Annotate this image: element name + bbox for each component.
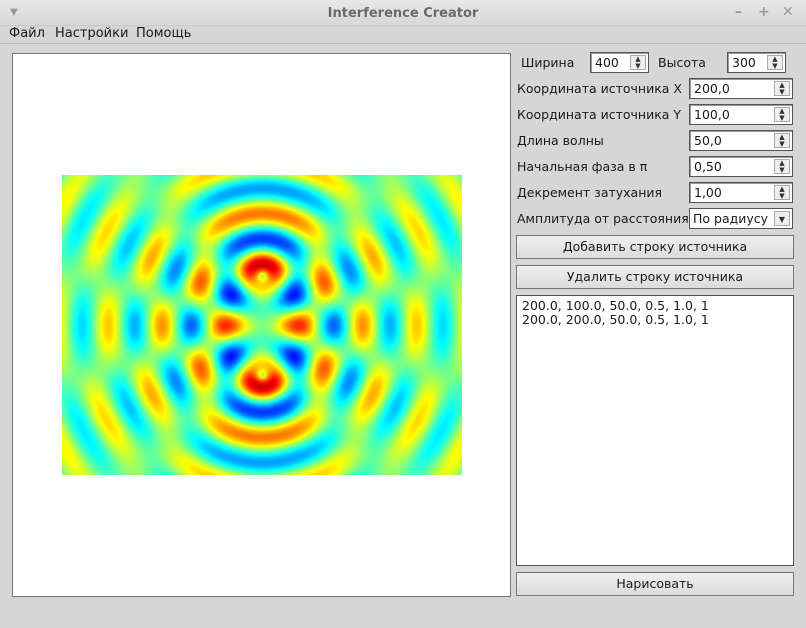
maximize-button[interactable]: +	[758, 4, 770, 20]
source-y-spinbox[interactable]: 100,0 ▲ ▼	[689, 104, 793, 125]
menu-file[interactable]: Файл	[9, 26, 45, 41]
source-y-value: 100,0	[694, 107, 730, 122]
spin-arrows-icon[interactable]: ▲ ▼	[774, 133, 790, 148]
wavelength-value: 50,0	[694, 133, 722, 148]
amplitude-label: Амплитуда от расстояния	[517, 211, 689, 226]
spin-arrows-icon[interactable]: ▲ ▼	[774, 81, 790, 96]
width-spinbox[interactable]: 400 ▲ ▼	[590, 52, 649, 73]
spin-arrows-icon[interactable]: ▲ ▼	[767, 55, 783, 70]
minimize-button[interactable]: –	[735, 4, 742, 20]
spin-arrows-icon[interactable]: ▲ ▼	[774, 107, 790, 122]
source-line: 200.0, 200.0, 50.0, 0.5, 1.0, 1	[522, 312, 709, 327]
chevron-down-icon[interactable]: ▼	[774, 211, 790, 226]
close-button[interactable]: ✕	[782, 4, 794, 20]
decrement-spinbox[interactable]: 1,00 ▲ ▼	[689, 182, 793, 203]
spin-arrows-icon[interactable]: ▲ ▼	[774, 185, 790, 200]
image-view	[12, 53, 511, 597]
spin-arrows-icon[interactable]: ▲ ▼	[774, 159, 790, 174]
phase-label: Начальная фаза в π	[517, 159, 648, 174]
add-source-button[interactable]: Добавить строку источника	[516, 235, 794, 259]
amplitude-combobox[interactable]: По радиусу ▼	[689, 208, 793, 229]
height-label: Высота	[658, 55, 706, 70]
phase-spinbox[interactable]: 0,50 ▲ ▼	[689, 156, 793, 177]
menu-settings[interactable]: Настройки	[55, 26, 128, 41]
window-title: Interference Creator	[327, 6, 479, 21]
amplitude-value: По радиусу	[693, 211, 769, 226]
spin-arrows-icon[interactable]: ▲ ▼	[630, 55, 646, 70]
source-y-label: Координата источника Y	[517, 107, 682, 122]
menu-bar: Файл Настройки Помощь	[0, 24, 806, 44]
decrement-value: 1,00	[694, 185, 722, 200]
draw-button[interactable]: Нарисовать	[516, 572, 794, 596]
height-value: 300	[732, 55, 756, 70]
title-bar: ▼ Interference Creator – + ✕	[0, 0, 806, 26]
decrement-label: Декремент затухания	[517, 185, 663, 200]
source-x-value: 200,0	[694, 81, 730, 96]
sources-textarea[interactable]: 200.0, 100.0, 50.0, 0.5, 1.0, 1 200.0, 2…	[516, 295, 794, 566]
source-x-label: Координата источника X	[517, 81, 682, 96]
interference-image	[62, 175, 462, 475]
menu-help[interactable]: Помощь	[136, 26, 191, 41]
phase-value: 0,50	[694, 159, 722, 174]
width-value: 400	[595, 55, 619, 70]
remove-source-button[interactable]: Удалить строку источника	[516, 265, 794, 289]
wavelength-label: Длина волны	[517, 133, 604, 148]
source-line: 200.0, 100.0, 50.0, 0.5, 1.0, 1	[522, 298, 709, 313]
source-x-spinbox[interactable]: 200,0 ▲ ▼	[689, 78, 793, 99]
height-spinbox[interactable]: 300 ▲ ▼	[727, 52, 786, 73]
wavelength-spinbox[interactable]: 50,0 ▲ ▼	[689, 130, 793, 151]
width-label: Ширина	[521, 55, 575, 70]
